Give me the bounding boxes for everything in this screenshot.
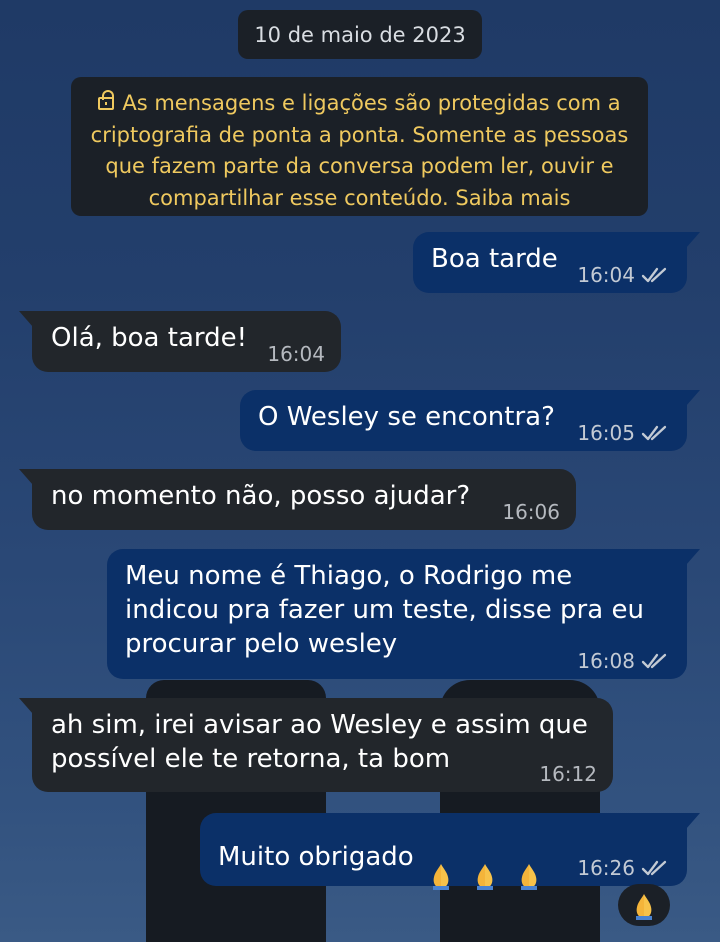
message-text: no momento não, posso ajudar? <box>51 481 471 511</box>
message-outgoing[interactable]: Muito obrigado 16:26 <box>200 813 700 890</box>
message-meta: 16:08 <box>577 651 671 671</box>
message-outgoing[interactable]: Boa tarde 16:04 <box>413 232 700 293</box>
message-text: Meu nome é Thiago, o Rodrigo me indicou … <box>125 561 644 659</box>
message-time: 16:12 <box>539 762 597 786</box>
message-meta: 16:06 <box>502 502 560 522</box>
encryption-notice-line: compartilhar esse conteúdo. Saiba mais <box>148 185 571 210</box>
message-time: 16:26 <box>577 856 635 880</box>
message-outgoing[interactable]: O Wesley se encontra? 16:05 <box>240 390 700 451</box>
message-text: Olá, boa tarde! <box>51 323 248 353</box>
encryption-notice[interactable]: As mensagens e ligações são protegidas c… <box>71 77 648 216</box>
message-incoming[interactable]: Olá, boa tarde! 16:04 <box>19 311 341 372</box>
date-separator-label: 10 de maio de 2023 <box>254 22 466 47</box>
encryption-notice-line: As mensagens e ligações são protegidas c… <box>71 88 648 120</box>
message-time: 16:06 <box>502 500 560 524</box>
message-reaction[interactable] <box>618 884 670 926</box>
double-check-icon <box>641 425 667 441</box>
message-time: 16:04 <box>267 342 325 366</box>
message-incoming[interactable]: ah sim, irei avisar ao Wesley e assim qu… <box>19 698 613 792</box>
double-check-icon <box>641 267 667 283</box>
message-time: 16:08 <box>577 649 635 673</box>
message-text: ah sim, irei avisar ao Wesley e assim qu… <box>51 710 588 774</box>
date-separator: 10 de maio de 2023 <box>238 10 482 59</box>
message-incoming[interactable]: no momento não, posso ajudar? 16:06 <box>19 469 576 530</box>
lock-icon <box>98 90 115 110</box>
folded-hands-icon <box>514 823 544 891</box>
message-time: 16:05 <box>577 421 635 445</box>
message-meta: 16:05 <box>577 423 671 443</box>
folded-hands-icon <box>629 890 659 920</box>
folded-hands-icon <box>426 823 456 891</box>
double-check-icon <box>641 860 667 876</box>
message-meta: 16:04 <box>577 265 671 285</box>
message-time: 16:04 <box>577 263 635 287</box>
double-check-icon <box>641 653 667 669</box>
message-meta: 16:12 <box>539 764 597 784</box>
encryption-notice-line: que fazem parte da conversa podem ler, o… <box>105 154 614 178</box>
folded-hands-icon <box>470 823 500 891</box>
message-meta: 16:26 <box>577 858 671 878</box>
message-text: Boa tarde <box>431 244 558 274</box>
message-text: O Wesley se encontra? <box>258 402 555 432</box>
message-text: Muito obrigado <box>218 823 544 891</box>
encryption-notice-line: criptografia de ponta a ponta. Somente a… <box>90 122 629 147</box>
message-meta: 16:04 <box>267 344 325 364</box>
message-text-content: Muito obrigado <box>218 842 414 872</box>
message-outgoing[interactable]: Meu nome é Thiago, o Rodrigo me indicou … <box>107 549 700 679</box>
